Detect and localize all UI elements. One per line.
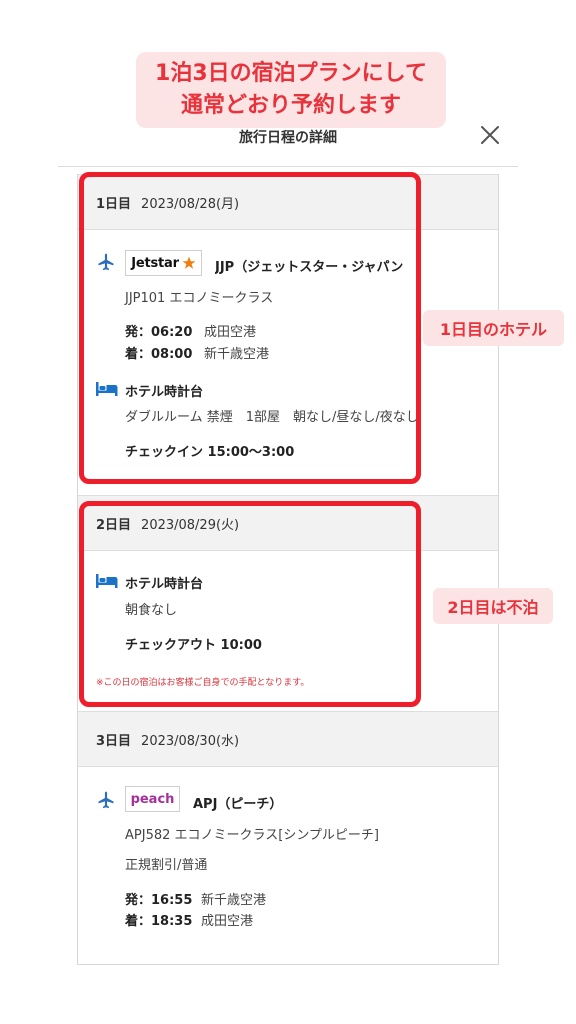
airline-name: APJ（ピーチ）: [193, 797, 283, 812]
instruction-banner: 1泊3日の宿泊プランにして 通常どおり予約します: [136, 52, 446, 128]
flight-number-class: APJ582 エコノミークラス[シンプルピーチ]: [125, 828, 380, 843]
day-1-highlight-box: [79, 172, 421, 484]
day-label: 3日目: [96, 733, 132, 749]
peach-logo: peach: [125, 786, 180, 812]
day-1-callout: 1日目のホテル: [423, 310, 564, 346]
day-date: 2023/08/30(水): [141, 733, 240, 749]
departure-airport: 新千歳空港: [201, 893, 267, 908]
day-2-callout: 2日目は不泊: [433, 588, 553, 624]
banner-line-1: 1泊3日の宿泊プランにして: [155, 61, 427, 86]
fare-type: 正規割引/普通: [125, 858, 208, 873]
banner-line-2: 通常どおり予約します: [180, 93, 401, 118]
arrival-airport: 成田空港: [201, 914, 254, 929]
peach-logo-text: peach: [130, 791, 175, 807]
departure-time: 発：16:55: [125, 893, 193, 908]
day-3-header: 3日目 2023/08/30(水): [78, 711, 498, 767]
day-2-highlight-box: [79, 501, 421, 707]
close-button[interactable]: [478, 123, 502, 147]
header-divider: [58, 166, 518, 167]
airplane-icon: [98, 791, 114, 809]
close-icon: [481, 126, 499, 144]
arrival-time: 着：18:35: [125, 914, 193, 929]
